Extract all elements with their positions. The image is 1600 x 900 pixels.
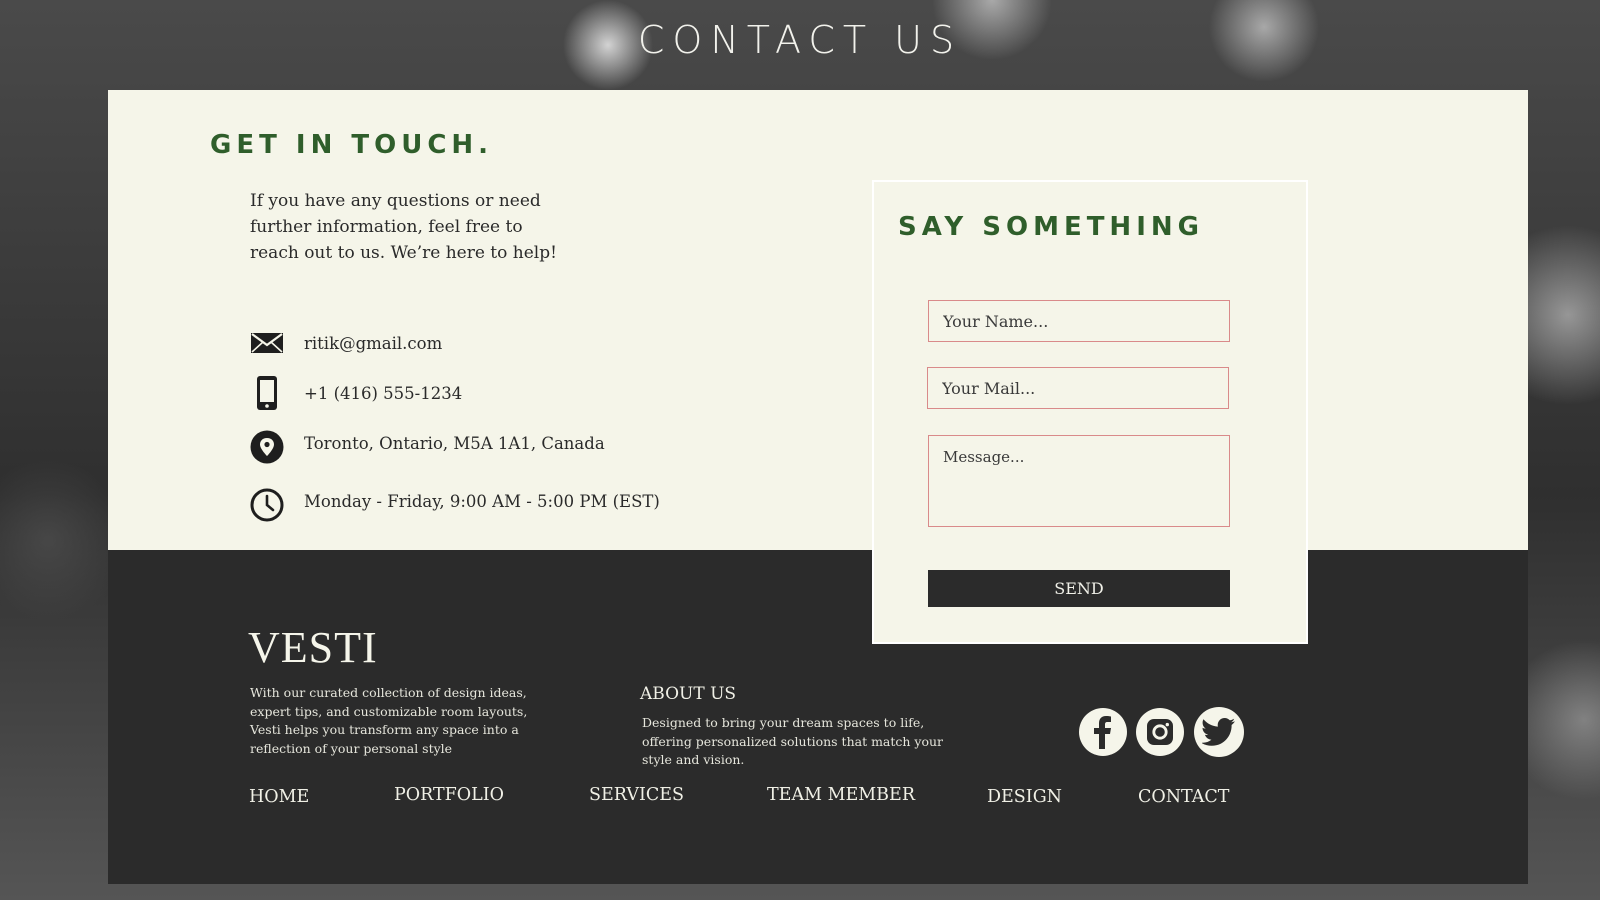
contact-phone-row: +1 (416) 555-1234: [250, 376, 462, 410]
contact-email-row: ritik@gmail.com: [250, 326, 442, 360]
instagram-icon[interactable]: [1136, 708, 1184, 756]
get-in-touch-heading: GET IN TOUCH.: [210, 130, 494, 160]
contact-hours: Monday - Friday, 9:00 AM - 5:00 PM (EST): [304, 491, 660, 511]
contact-intro: If you have any questions or need furthe…: [250, 191, 557, 263]
contact-form: SAY SOMETHING SEND: [872, 180, 1308, 644]
mail-input[interactable]: [927, 367, 1229, 409]
contact-address-row: Toronto, Ontario, M5A 1A1, Canada: [250, 430, 605, 464]
contact-hours-row: Monday - Friday, 9:00 AM - 5:00 PM (EST): [250, 488, 660, 522]
envelope-icon: [250, 326, 284, 360]
about-us-title: ABOUT US: [640, 684, 737, 704]
phone-icon: [250, 376, 284, 410]
brand-logo[interactable]: VESTI: [248, 622, 378, 673]
facebook-icon[interactable]: [1079, 708, 1127, 756]
contact-email[interactable]: ritik@gmail.com: [304, 334, 442, 353]
name-input[interactable]: [928, 300, 1230, 342]
twitter-icon[interactable]: [1194, 707, 1244, 757]
contact-address: Toronto, Ontario, M5A 1A1, Canada: [304, 433, 605, 453]
brand-description: With our curated collection of design id…: [250, 685, 528, 756]
clock-icon: [250, 488, 284, 522]
page-title: CONTACT US: [637, 18, 963, 62]
nav-portfolio[interactable]: PORTFOLIO: [394, 785, 504, 805]
nav-design[interactable]: DESIGN: [987, 787, 1062, 807]
about-us-description: Designed to bring your dream spaces to l…: [642, 715, 944, 767]
say-something-heading: SAY SOMETHING: [898, 212, 1204, 242]
nav-team-member[interactable]: TEAM MEMBER: [767, 785, 915, 805]
message-input[interactable]: [928, 435, 1230, 527]
nav-home[interactable]: HOME: [249, 787, 309, 807]
nav-services[interactable]: SERVICES: [589, 785, 684, 805]
location-pin-icon: [250, 430, 284, 464]
nav-contact[interactable]: CONTACT: [1138, 787, 1229, 807]
send-button[interactable]: SEND: [928, 570, 1230, 607]
contact-phone[interactable]: +1 (416) 555-1234: [304, 384, 462, 403]
